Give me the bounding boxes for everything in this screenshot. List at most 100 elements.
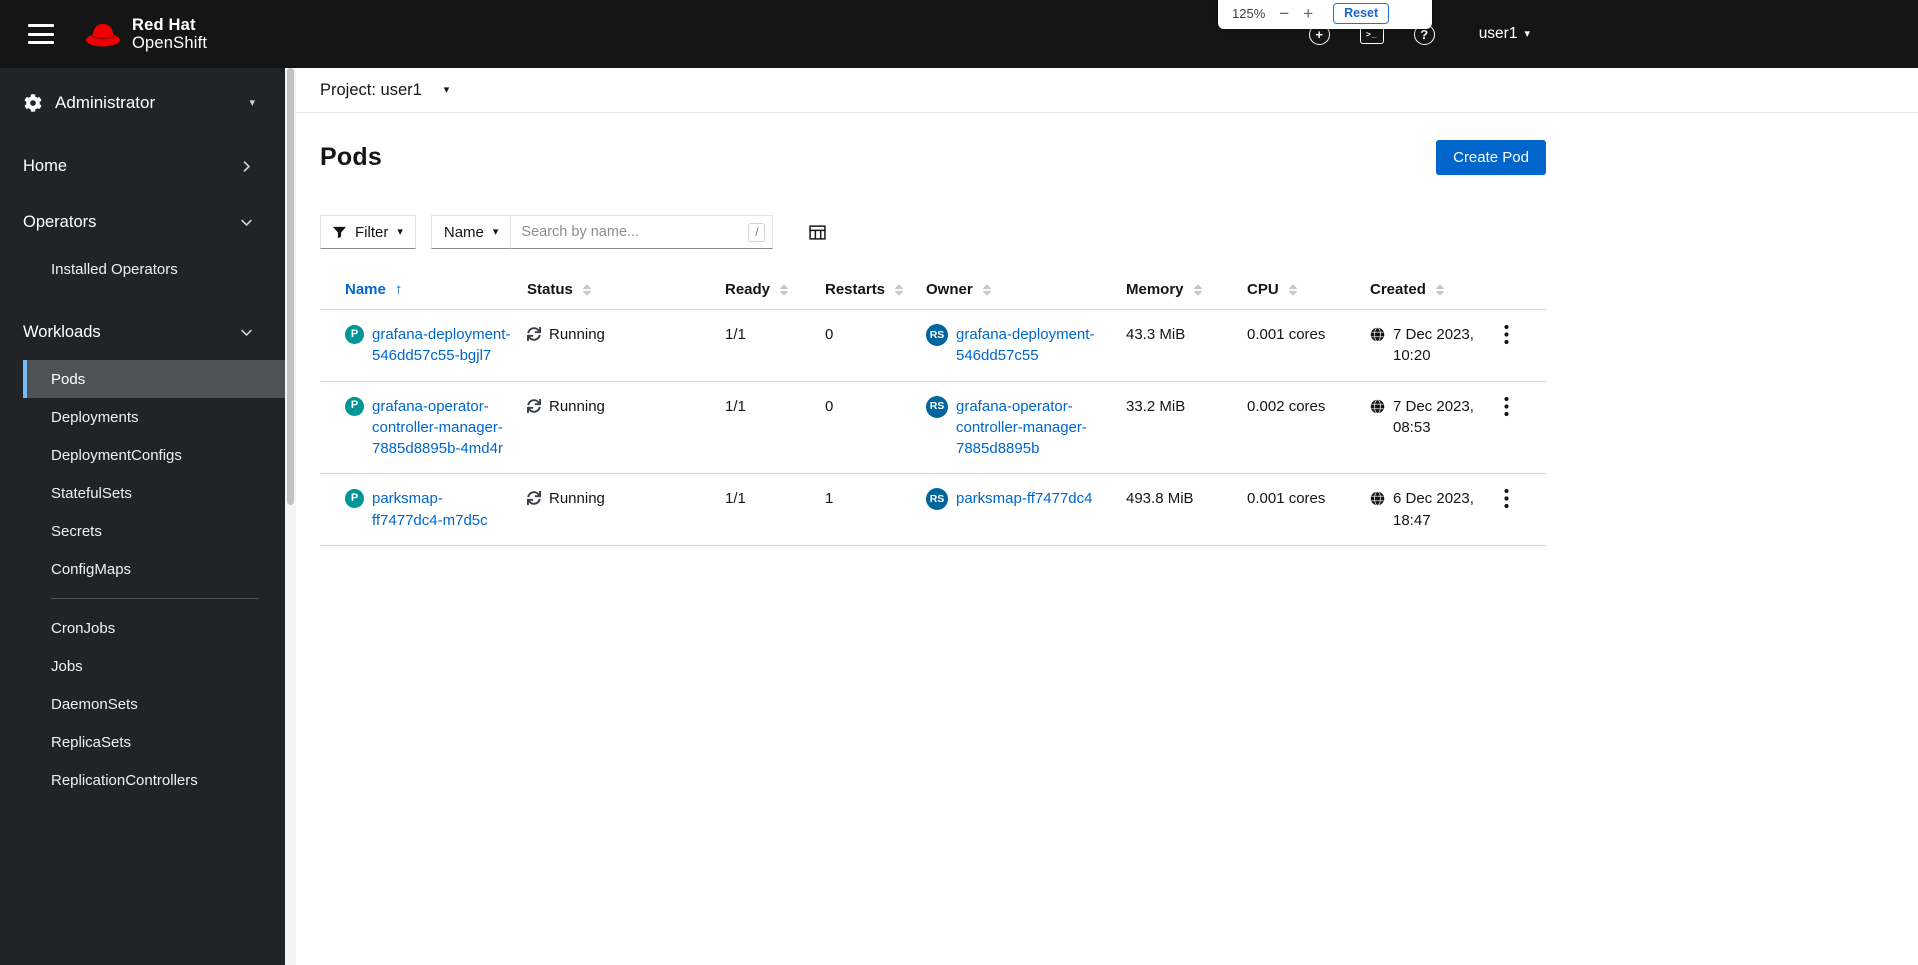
main-content: Project: user1 ▾ Pods Create Pod Filter … [296,68,1918,965]
column-label: CPU [1247,281,1279,298]
column-label: Memory [1126,281,1184,298]
project-selector[interactable]: Project: user1 ▾ [296,68,1918,113]
search-shortcut-badge: / [748,223,766,242]
column-header-status[interactable]: Status [527,271,725,309]
pod-name-link[interactable]: grafana-deployment-546dd57c55-bgjl7 [372,324,511,367]
column-header-owner[interactable]: Owner [926,271,1126,309]
zoom-reset-button[interactable]: Reset [1333,3,1390,24]
pod-ready: 1/1 [725,326,746,343]
filter-dropdown[interactable]: Filter ▾ [320,215,416,249]
sidebar-item-configmaps[interactable]: ConfigMaps [23,550,285,588]
column-header-cpu[interactable]: CPU [1247,271,1370,309]
pod-restarts: 0 [825,326,834,343]
sidebar-item-installed-operators[interactable]: Installed Operators [23,250,285,288]
workloads-subnav: Pods Deployments DeploymentConfigs State… [0,360,285,815]
zoom-in-button[interactable]: + [1303,5,1313,24]
chevron-down-icon [241,218,252,226]
globe-icon [1370,491,1385,507]
table-toolbar: Filter ▾ Name ▾ / [320,215,1546,249]
zoom-out-button[interactable]: − [1279,5,1289,24]
sidebar-nav: Administrator ▾ Home Operators Installed… [0,68,285,965]
chevron-down-icon: ▾ [1524,27,1530,40]
subnav-divider [51,598,258,599]
sort-icon [582,283,592,297]
column-header-ready[interactable]: Ready [725,271,825,309]
brand-line1: Red Hat [132,15,196,34]
sidebar-item-cronjobs[interactable]: CronJobs [23,609,285,647]
pod-status: Running [549,326,605,343]
perspective-switcher[interactable]: Administrator ▾ [0,68,285,138]
pod-restarts: 1 [825,490,834,508]
row-kebab-menu[interactable] [1498,322,1515,350]
pod-cpu: 0.001 cores [1247,326,1326,343]
pod-cpu: 0.001 cores [1247,490,1326,508]
sidebar-item-daemonsets[interactable]: DaemonSets [23,685,285,723]
sidebar-item-pods[interactable]: Pods [23,360,285,398]
row-kebab-menu[interactable] [1498,394,1515,422]
pod-memory: 493.8 MiB [1126,490,1194,508]
column-header-name[interactable]: Name ↑ [320,271,527,309]
owner-link[interactable]: grafana-deployment-546dd57c55 [956,324,1110,367]
pod-name-link[interactable]: grafana-operator-controller-manager-7885… [372,396,511,460]
search-field: / [511,215,774,249]
openshift-console: Red Hat OpenShift + >_ ? user1 ▾ 125% − … [0,0,1918,965]
row-kebab-menu[interactable] [1498,486,1515,514]
column-header-actions [1490,271,1546,309]
sidebar-section-home[interactable]: Home [0,138,285,194]
pod-status: Running [549,397,605,415]
manage-columns-button[interactable] [809,224,827,240]
page-header: Pods Create Pod [320,113,1546,175]
scrollbar-thumb[interactable] [287,68,294,505]
column-label: Status [527,281,573,298]
sidebar-item-deploymentconfigs[interactable]: DeploymentConfigs [23,436,285,474]
table-row: P parksmap-ff7477dc4-m7d5c Running 1/1 1… [320,474,1546,547]
column-header-created[interactable]: Created [1370,271,1490,309]
brand-line2: OpenShift [132,34,208,52]
create-pod-button[interactable]: Create Pod [1436,140,1546,175]
chevron-down-icon: ▾ [492,225,499,238]
globe-icon [1370,398,1385,414]
replicaset-badge: RS [926,324,948,346]
sidebar-item-secrets[interactable]: Secrets [23,512,285,550]
project-label: Project: user1 [320,80,422,99]
pod-name-link[interactable]: parksmap-ff7477dc4-m7d5c [372,488,511,531]
owner-link[interactable]: parksmap-ff7477dc4 [956,488,1092,509]
zoom-level: 125% [1232,6,1266,21]
table-row: P grafana-operator-controller-manager-78… [320,382,1546,475]
sync-running-icon [527,398,541,413]
section-label: Workloads [23,322,101,341]
sort-icon [1435,283,1445,297]
brand-logo[interactable]: Red Hat OpenShift [84,16,207,53]
kebab-icon [1504,396,1509,416]
pod-badge: P [345,489,364,509]
browser-zoom-popup: 125% − + Reset [1218,0,1432,29]
pod-badge: P [345,396,364,416]
section-label: Home [23,156,68,175]
app-shell: Administrator ▾ Home Operators Installed… [0,68,1918,965]
sidebar-item-jobs[interactable]: Jobs [23,647,285,685]
column-header-restarts[interactable]: Restarts [825,271,926,309]
column-header-memory[interactable]: Memory [1126,271,1247,309]
search-attribute-label: Name [443,223,484,241]
sidebar-item-statefulsets[interactable]: StatefulSets [23,474,285,512]
pod-memory: 33.2 MiB [1126,397,1186,415]
replicaset-badge: RS [926,488,948,511]
pod-restarts: 0 [825,397,834,415]
filter-label: Filter [355,223,389,241]
operators-subnav: Installed Operators [0,250,285,304]
sidebar-item-replicasets[interactable]: ReplicaSets [23,723,285,761]
search-attribute-dropdown[interactable]: Name ▾ [430,215,512,249]
owner-link[interactable]: grafana-operator-controller-manager-7885… [956,396,1110,460]
sidebar-item-replicationcontrollers[interactable]: ReplicationControllers [23,761,285,799]
search-input[interactable] [511,215,774,249]
kebab-icon [1504,324,1509,345]
sync-running-icon [527,327,541,341]
chevron-down-icon: ▾ [397,225,403,238]
sidebar-section-workloads[interactable]: Workloads [0,304,285,360]
user-menu[interactable]: user1 ▾ [1479,25,1530,43]
sort-icon [982,283,992,297]
pod-badge: P [345,325,364,344]
sidebar-section-operators[interactable]: Operators [0,194,285,250]
nav-menu-toggle[interactable] [28,24,54,44]
sidebar-item-deployments[interactable]: Deployments [23,398,285,436]
